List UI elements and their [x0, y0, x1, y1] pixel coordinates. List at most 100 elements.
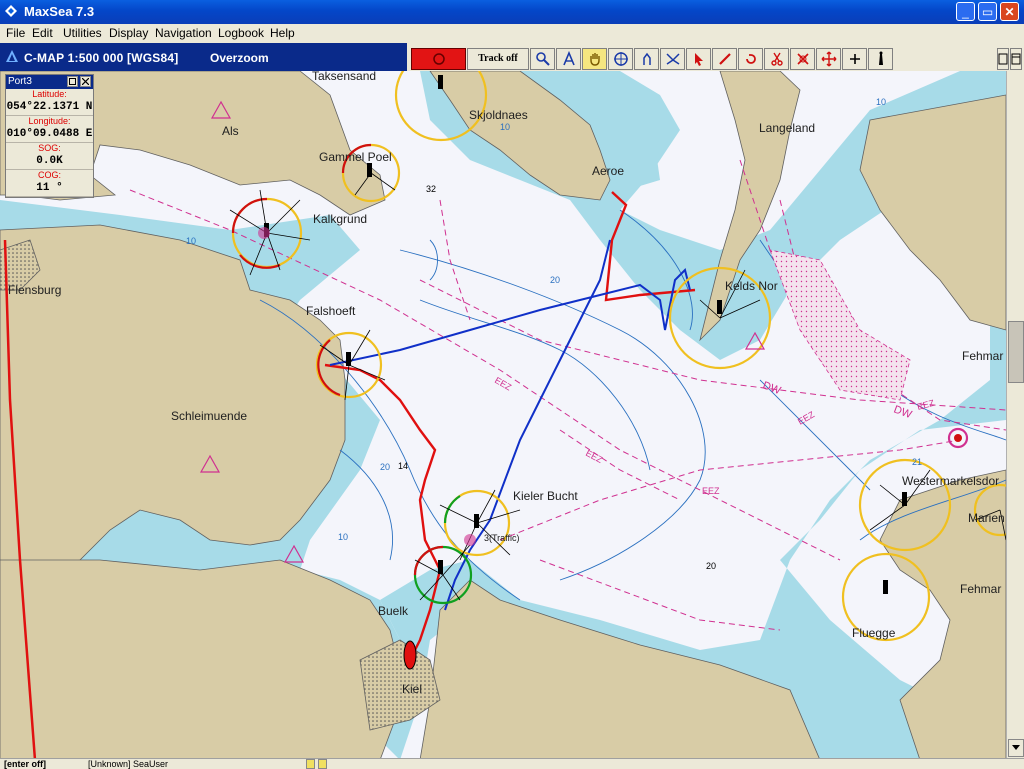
layer-toggle-button[interactable] [997, 48, 1009, 70]
maximize-icon [69, 78, 76, 85]
label-falshoeft: Falshoeft [306, 304, 356, 318]
depth-21: 21 [912, 457, 922, 467]
route-button[interactable] [634, 48, 659, 70]
latitude-value: 054°22.1371 N [6, 100, 93, 116]
status-bar: [enter off] [Unknown] SeaUser [0, 758, 1024, 769]
track-off-button[interactable]: Track off [467, 48, 529, 70]
zoom-button[interactable] [530, 48, 555, 70]
crosshair-button[interactable] [608, 48, 633, 70]
port-panel-close-button[interactable] [80, 76, 91, 87]
menu-navigation[interactable]: Navigation [155, 26, 212, 40]
nautical-chart[interactable]: Taksensand Als Skjoldnaes Langeland Gamm… [0, 71, 1006, 758]
compass-button[interactable] [556, 48, 581, 70]
longitude-label: Longitude: [28, 116, 71, 126]
minimize-button[interactable]: _ [956, 2, 975, 21]
close-button[interactable]: ✕ [1000, 2, 1019, 21]
label-kiel: Kiel [402, 682, 422, 696]
scissors-icon [770, 52, 783, 66]
label-taksensand: Taksensand [312, 71, 376, 83]
southwest-land [0, 559, 401, 758]
vertical-scrollbar[interactable] [1006, 71, 1024, 758]
label-marienleuchte: Marien [968, 511, 1005, 525]
own-ship-marker[interactable] [403, 640, 417, 670]
menu-logbook[interactable]: Logbook [218, 26, 264, 40]
crosshair-icon [613, 52, 628, 66]
layers-icon [998, 53, 1008, 65]
menu-file[interactable]: File [6, 26, 25, 40]
window-list-button[interactable] [1010, 48, 1022, 70]
pencil-button[interactable] [712, 48, 737, 70]
pointer-icon [694, 53, 703, 66]
depth-32: 32 [426, 184, 436, 194]
depth-14: 14 [398, 461, 408, 471]
port-info-panel[interactable]: Port3 Latitude: 054°22.1371 N Longitude:… [5, 74, 94, 198]
label-eez-5: EEZ [916, 398, 936, 412]
depth-10c: 10 [338, 532, 348, 542]
app-icon [5, 5, 17, 17]
label-dw-1: DW [761, 380, 783, 398]
move-button[interactable] [816, 48, 841, 70]
label-fehmarn-north: Fehmar [962, 349, 1003, 363]
close-icon [81, 77, 90, 86]
plus-icon [849, 54, 860, 64]
depth-10d: 10 [876, 97, 886, 107]
zoom-icon [535, 52, 550, 66]
port-panel-maximize-button[interactable] [67, 76, 78, 87]
window-title: MaxSea 7.3 [24, 4, 95, 19]
overzoom-indicator: Overzoom [210, 51, 269, 65]
toolbar: Track off [407, 43, 1024, 71]
mark-button[interactable] [790, 48, 815, 70]
label-gammel-poel: Gammel Poel [319, 150, 392, 164]
label-kalkgrund: Kalkgrund [313, 212, 367, 226]
cog-label: COG: [37, 170, 61, 180]
depth-20a: 20 [550, 275, 560, 285]
menu-help[interactable]: Help [270, 26, 295, 40]
port-panel-titlebar[interactable]: Port3 [6, 75, 93, 89]
mark-icon [796, 53, 809, 65]
label-fehmarn-south: Fehmar [960, 582, 1001, 596]
depth-10b: 10 [186, 236, 196, 246]
lolland-land [859, 94, 1006, 331]
record-button[interactable] [411, 48, 466, 70]
depth-10a: 10 [500, 122, 510, 132]
plus-button[interactable] [842, 48, 867, 70]
scrollbar-thumb[interactable] [1008, 321, 1024, 383]
pointer-button[interactable] [686, 48, 711, 70]
label-eez-4: EEZ [796, 409, 817, 427]
label-buelk: Buelk [378, 604, 409, 618]
arrow-down-icon [1012, 745, 1020, 750]
latitude-label: Latitude: [32, 89, 67, 99]
depth-20b: 20 [380, 462, 390, 472]
cog-value: 11 ° [6, 181, 93, 197]
title-bar: MaxSea 7.3 _ ▭ ✕ [0, 0, 1024, 24]
longitude-value: 010°09.0488 E [6, 127, 93, 143]
chart-info-bar: C-MAP 1:500 000 [WGS84] Overzoom [0, 43, 407, 71]
cmap-logo-icon [6, 50, 18, 62]
waypoint-icon [665, 53, 680, 65]
menu-display[interactable]: Display [109, 26, 148, 40]
menu-edit[interactable]: Edit [32, 26, 53, 40]
label-schleimuende: Schleimuende [171, 409, 247, 423]
scissors-button[interactable] [764, 48, 789, 70]
label-eez-1: EEZ [493, 375, 514, 393]
menu-bar: File Edit Utilities Display Navigation L… [0, 24, 1024, 43]
move-icon [821, 51, 836, 67]
waypoint-button[interactable] [660, 48, 685, 70]
deep-water-route-area [769, 249, 911, 401]
restore-button[interactable]: ▭ [978, 2, 997, 21]
label-kieler-bucht: Kieler Bucht [513, 489, 578, 503]
scroll-down-button[interactable] [1008, 739, 1024, 757]
traffic-buoy [464, 534, 476, 546]
label-als: Als [222, 124, 239, 138]
compass-icon [562, 50, 575, 66]
label-dw-2: DW [892, 404, 914, 422]
label-flensburg: Flensburg [8, 283, 61, 297]
chart-map[interactable]: Taksensand Als Skjoldnaes Langeland Gamm… [0, 71, 1006, 758]
lighthouse-button[interactable] [868, 48, 893, 70]
menu-utilities[interactable]: Utilities [63, 26, 102, 40]
chart-scale-title: C-MAP 1:500 000 [WGS84] [24, 51, 179, 65]
undo-button[interactable] [738, 48, 763, 70]
lighthouse-icon [878, 51, 883, 65]
pan-button[interactable] [582, 48, 607, 70]
undo-icon [745, 54, 756, 64]
